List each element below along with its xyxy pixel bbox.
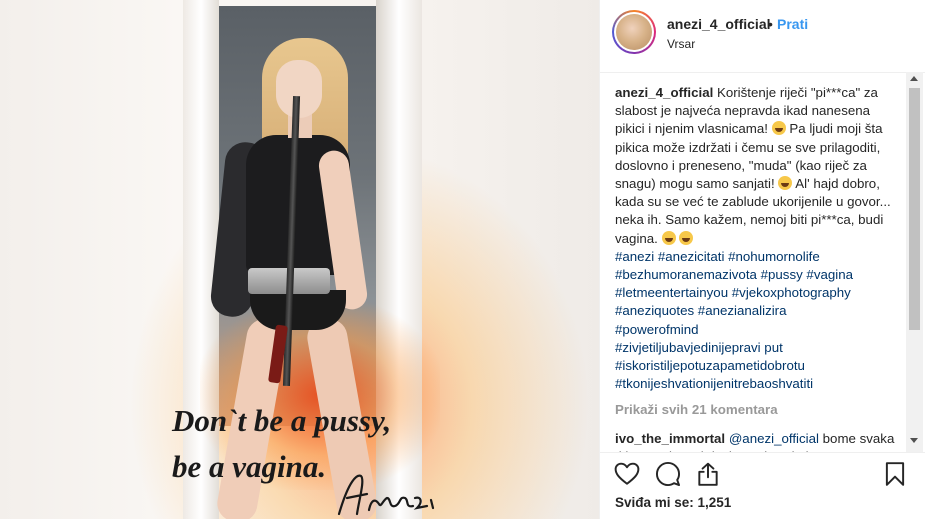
grinning-emoji-icon	[771, 121, 786, 136]
hashtag-line[interactable]: #letmeentertainyou #vjekoxphotography	[615, 284, 895, 302]
hashtag-line[interactable]: #aneziquotes #anezianalizira	[615, 302, 895, 320]
heart-icon[interactable]	[614, 461, 640, 487]
location-link[interactable]: Vrsar	[667, 37, 695, 51]
post-image[interactable]: Don`t be a pussy, be a vagina.	[0, 0, 599, 519]
figure-hips	[250, 290, 346, 330]
slogan-line-1: Don`t be a pussy,	[172, 403, 392, 438]
grinning-emoji-icon-2	[679, 230, 694, 245]
avatar-photo	[616, 14, 652, 50]
likes-count[interactable]: Sviđa mi se: 1,251	[615, 495, 731, 510]
scroll-down-arrow-icon[interactable]	[910, 438, 918, 443]
laughing-emoji-icon	[778, 176, 793, 191]
caption-username[interactable]: anezi_4_official	[615, 85, 713, 100]
comment-icon[interactable]	[655, 461, 681, 487]
header-username[interactable]: anezi_4_official	[667, 16, 771, 32]
follow-button[interactable]: Prati	[777, 16, 808, 32]
hashtag-line[interactable]: #tkonijeshvationijenitrebaoshvatiti	[615, 375, 895, 393]
comment-mention[interactable]: @anezi_official	[729, 431, 819, 446]
comments-section[interactable]: anezi_4_official Korištenje riječi "pi**…	[615, 84, 895, 452]
hashtag-line[interactable]: #anezi #anezicitati #nohumornolife	[615, 248, 895, 266]
signature-graphic	[337, 474, 435, 516]
hashtag-line[interactable]: #iskoristiljepotuzapametidobrotu	[615, 357, 895, 375]
action-bar: Sviđa mi se: 1,251	[600, 452, 925, 520]
hashtag-line[interactable]: #bezhumoranemazivota #pussy #vagina	[615, 266, 895, 284]
avatar[interactable]	[614, 12, 654, 52]
post-header: anezi_4_official • Prati Vrsar	[600, 0, 925, 73]
scroll-up-arrow-icon[interactable]	[910, 76, 918, 81]
comments-scrollbar[interactable]	[906, 72, 923, 452]
comment-item: ivo_the_immortal @anezi_official bome sv…	[615, 430, 895, 452]
share-icon[interactable]	[695, 461, 721, 487]
comment-username[interactable]: ivo_the_immortal	[615, 431, 725, 446]
bookmark-icon[interactable]	[882, 461, 908, 487]
scrollbar-thumb[interactable]	[909, 88, 920, 330]
separator-dot: •	[768, 16, 773, 32]
view-all-comments-link[interactable]: Prikaži svih 21 komentara	[615, 401, 895, 419]
wink-emoji-icon	[661, 230, 676, 245]
slogan-line-2: be a vagina.	[172, 449, 327, 484]
hashtag-line[interactable]: #zivjetiljubavjedinijepravi put	[615, 339, 895, 357]
avatar-story-ring[interactable]	[612, 10, 656, 54]
post-sidebar: anezi_4_official • Prati Vrsar anezi_4_o…	[599, 0, 925, 519]
caption: anezi_4_official Korištenje riječi "pi**…	[615, 84, 895, 393]
hashtag-line[interactable]: #powerofmind	[615, 321, 895, 339]
